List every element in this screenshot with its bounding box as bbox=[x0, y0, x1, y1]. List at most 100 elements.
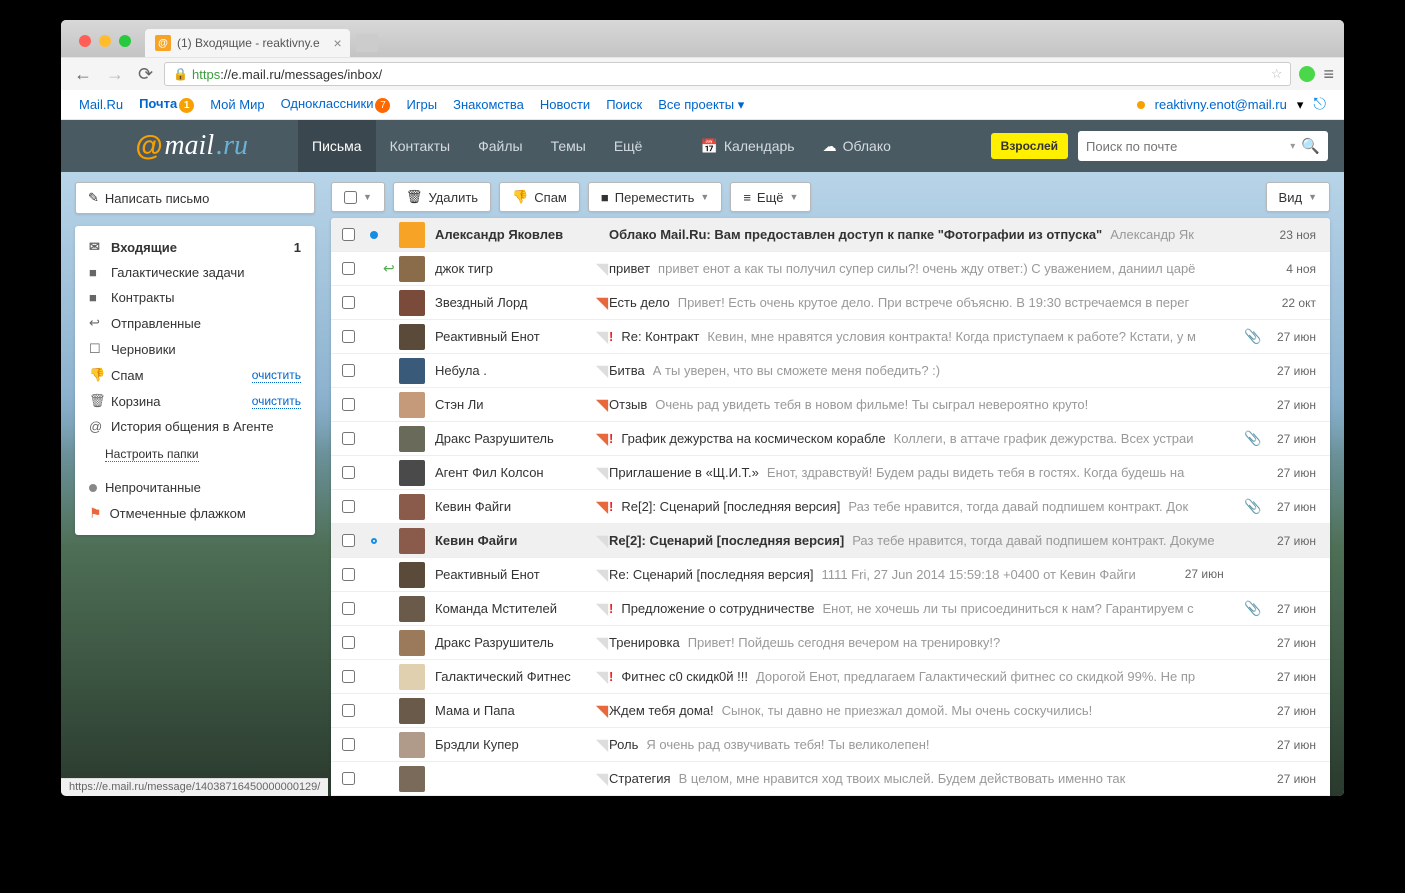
hnav-files[interactable]: Файлы bbox=[464, 120, 536, 172]
row-checkbox[interactable] bbox=[331, 670, 365, 683]
filter-flagged[interactable]: ⚑Отмеченные флажком bbox=[75, 500, 315, 527]
filter-unread[interactable]: Непрочитанные bbox=[75, 475, 315, 500]
row-checkbox[interactable] bbox=[331, 636, 365, 649]
move-button[interactable]: ■Переместить▼ bbox=[588, 182, 722, 212]
row-checkbox[interactable] bbox=[331, 228, 365, 241]
hnav-cloud[interactable]: ☁Облако bbox=[809, 120, 905, 172]
folder-item[interactable]: ✉Входящие1 bbox=[75, 234, 315, 260]
nav-search[interactable]: Поиск bbox=[606, 97, 642, 112]
folder-item[interactable]: 👎Спамочистить bbox=[75, 362, 315, 388]
row-checkbox[interactable] bbox=[331, 330, 365, 343]
message-row[interactable]: Мама и Папа◥Ждем тебя дома!Сынок, ты дав… bbox=[331, 694, 1330, 728]
row-checkbox[interactable] bbox=[331, 534, 365, 547]
bookmark-star-icon[interactable]: ☆ bbox=[1271, 66, 1283, 82]
adult-banner[interactable]: Взрослей bbox=[991, 133, 1068, 159]
row-checkbox[interactable] bbox=[331, 364, 365, 377]
bookmark-icon[interactable]: ◥ bbox=[595, 633, 609, 653]
more-button[interactable]: ≡Ещё▼ bbox=[730, 182, 811, 212]
hnav-mail[interactable]: Письма bbox=[298, 120, 376, 172]
row-checkbox[interactable] bbox=[331, 568, 365, 581]
bookmark-icon[interactable]: ◥ bbox=[595, 293, 609, 313]
select-all-checkbox[interactable]: ▼ bbox=[331, 182, 385, 212]
close-window[interactable] bbox=[79, 35, 91, 47]
folder-item[interactable]: @История общения в Агенте bbox=[75, 414, 315, 439]
bookmark-icon[interactable]: ◥ bbox=[595, 497, 609, 517]
browser-tab[interactable]: @ (1) Входящие - reaktivny.e × bbox=[145, 29, 350, 57]
nav-mailru[interactable]: Mail.Ru bbox=[79, 97, 123, 112]
bookmark-icon[interactable]: ◥ bbox=[595, 701, 609, 721]
hnav-themes[interactable]: Темы bbox=[537, 120, 600, 172]
message-row[interactable]: Галактический Фитнес◥!Фитнес с0 скидк0й … bbox=[331, 660, 1330, 694]
message-row[interactable]: Звездный Лорд◥Есть делоПривет! Есть очен… bbox=[331, 286, 1330, 320]
bookmark-icon[interactable]: ◥ bbox=[595, 667, 609, 687]
folder-clear[interactable]: очистить bbox=[252, 368, 301, 383]
message-row[interactable]: Кевин Файги◥Re[2]: Сценарий [последняя в… bbox=[331, 524, 1330, 558]
back-button[interactable]: ← bbox=[71, 64, 95, 85]
bookmark-icon[interactable]: ◥ bbox=[595, 531, 609, 551]
message-row[interactable]: Агент Фил Колсон◥Приглашение в «Щ.И.Т.»Е… bbox=[331, 456, 1330, 490]
folder-item[interactable]: ☐Черновики bbox=[75, 336, 315, 362]
bookmark-icon[interactable]: ◥ bbox=[595, 599, 609, 619]
bookmark-icon[interactable]: ◥ bbox=[595, 735, 609, 755]
nav-mymir[interactable]: Мой Мир bbox=[210, 97, 264, 112]
message-row[interactable]: Дракс Разрушитель◥!График дежурства на к… bbox=[331, 422, 1330, 456]
nav-games[interactable]: Игры bbox=[406, 97, 437, 112]
bookmark-icon[interactable]: ◥ bbox=[595, 395, 609, 415]
chrome-menu-icon[interactable]: ≡ bbox=[1323, 64, 1334, 85]
message-row[interactable]: Стэн Ли◥ОтзывОчень рад увидеть тебя в но… bbox=[331, 388, 1330, 422]
nav-mail[interactable]: Почта1 bbox=[139, 96, 194, 113]
minimize-window[interactable] bbox=[99, 35, 111, 47]
new-tab-button[interactable] bbox=[356, 34, 378, 52]
message-row[interactable]: Дракс Разрушитель◥ТренировкаПривет! Пойд… bbox=[331, 626, 1330, 660]
compose-button[interactable]: ✎Написать письмо bbox=[75, 182, 315, 214]
extension-icon[interactable] bbox=[1299, 66, 1315, 82]
reload-button[interactable]: ⟳ bbox=[135, 64, 156, 85]
logo[interactable]: @mail.ru bbox=[135, 130, 248, 162]
row-checkbox[interactable] bbox=[331, 738, 365, 751]
folder-clear[interactable]: очистить bbox=[252, 394, 301, 409]
folder-item[interactable]: ■Контракты bbox=[75, 285, 315, 310]
folder-item[interactable]: 🗑Корзинаочистить bbox=[75, 388, 315, 414]
nav-ok[interactable]: Одноклассники7 bbox=[281, 96, 391, 113]
nav-dating[interactable]: Знакомства bbox=[453, 97, 524, 112]
row-checkbox[interactable] bbox=[331, 704, 365, 717]
row-checkbox[interactable] bbox=[331, 296, 365, 309]
row-checkbox[interactable] bbox=[331, 500, 365, 513]
user-email[interactable]: reaktivny.enot@mail.ru bbox=[1155, 97, 1287, 112]
message-row[interactable]: Александр ЯковлевОблако Mail.Ru: Вам пре… bbox=[331, 218, 1330, 252]
bookmark-icon[interactable]: ◥ bbox=[595, 327, 609, 347]
hnav-contacts[interactable]: Контакты bbox=[376, 120, 464, 172]
message-row[interactable]: ◥СтратегияВ целом, мне нравится ход твои… bbox=[331, 762, 1330, 796]
forward-button[interactable]: → bbox=[103, 64, 127, 85]
configure-folders[interactable]: Настроить папки bbox=[75, 439, 315, 465]
spam-button[interactable]: 👎Спам bbox=[499, 182, 580, 212]
message-row[interactable]: ↩джок тигр◥приветпривет енот а как ты по… bbox=[331, 252, 1330, 286]
bookmark-icon[interactable]: ◥ bbox=[595, 361, 609, 381]
url-field[interactable]: 🔒 https://e.mail.ru/messages/inbox/ ☆ bbox=[164, 62, 1291, 86]
folder-item[interactable]: ↩Отправленные bbox=[75, 310, 315, 336]
bookmark-icon[interactable]: ◥ bbox=[595, 259, 609, 279]
search-input[interactable] bbox=[1086, 139, 1284, 154]
logout-icon[interactable]: ⎋ bbox=[1313, 96, 1326, 114]
delete-button[interactable]: 🗑Удалить bbox=[393, 182, 491, 212]
search-caret-icon[interactable]: ▾ bbox=[1290, 141, 1295, 152]
row-checkbox[interactable] bbox=[331, 466, 365, 479]
message-row[interactable]: Команда Мстителей◥!Предложение о сотрудн… bbox=[331, 592, 1330, 626]
nav-news[interactable]: Новости bbox=[540, 97, 590, 112]
view-button[interactable]: Вид▼ bbox=[1266, 182, 1330, 212]
hnav-calendar[interactable]: 📅Календарь bbox=[686, 120, 808, 172]
close-tab-icon[interactable]: × bbox=[334, 35, 342, 51]
row-checkbox[interactable] bbox=[331, 772, 365, 785]
message-row[interactable]: Реактивный Енот◥!Re: КонтрактКевин, мне … bbox=[331, 320, 1330, 354]
message-row[interactable]: Брэдли Купер◥РольЯ очень рад озвучивать … bbox=[331, 728, 1330, 762]
bookmark-icon[interactable]: ◥ bbox=[595, 463, 609, 483]
message-row[interactable]: Кевин Файги◥!Re[2]: Сценарий [последняя … bbox=[331, 490, 1330, 524]
maximize-window[interactable] bbox=[119, 35, 131, 47]
hnav-more[interactable]: Ещё bbox=[600, 120, 657, 172]
message-row[interactable]: Реактивный Енот◥Re: Сценарий [последняя … bbox=[331, 558, 1330, 592]
search-icon[interactable]: 🔍 bbox=[1301, 137, 1320, 155]
row-checkbox[interactable] bbox=[331, 602, 365, 615]
row-checkbox[interactable] bbox=[331, 432, 365, 445]
row-checkbox[interactable] bbox=[331, 398, 365, 411]
folder-item[interactable]: ■Галактические задачи bbox=[75, 260, 315, 285]
